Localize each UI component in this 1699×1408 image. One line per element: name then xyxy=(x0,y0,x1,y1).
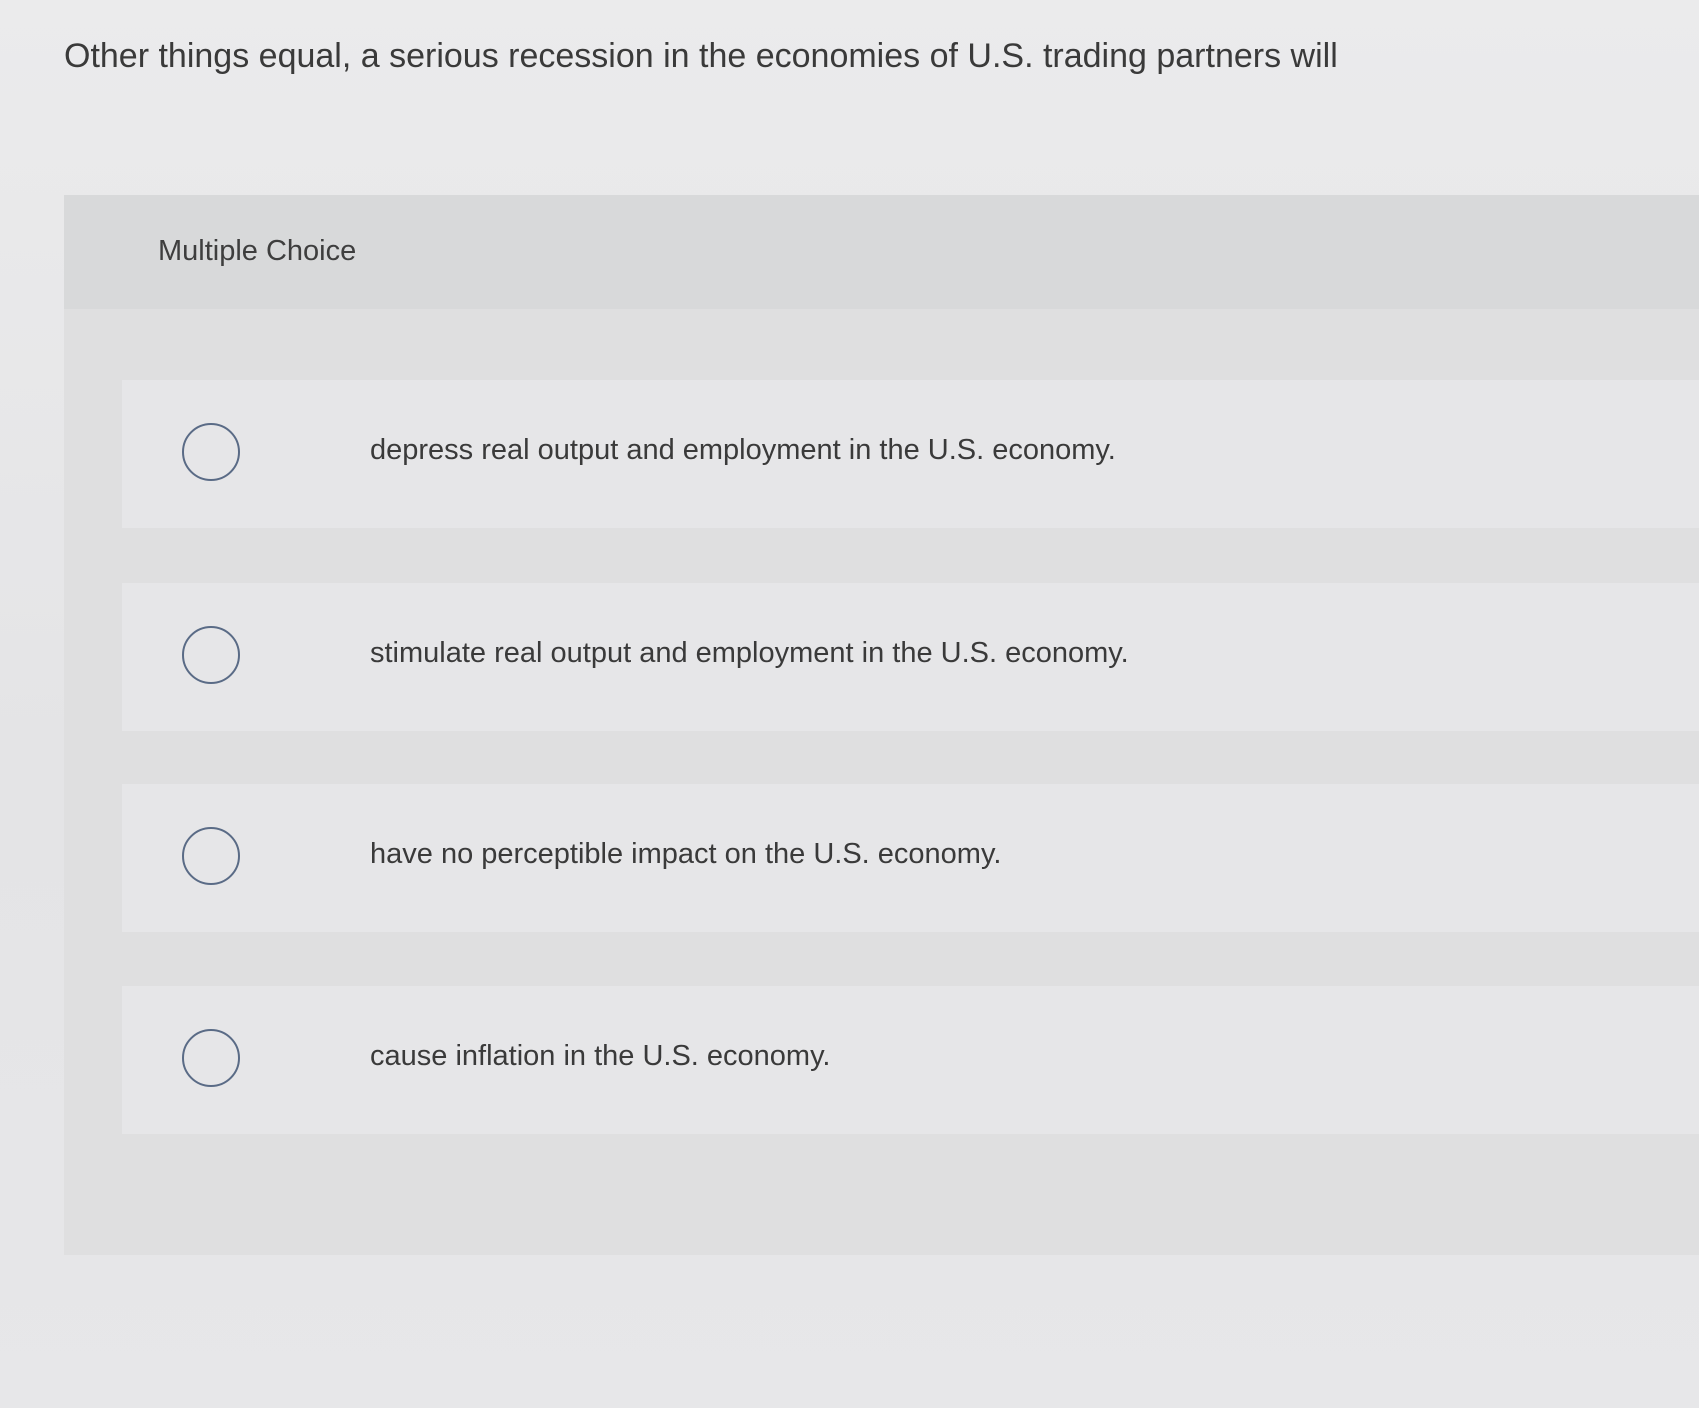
multiple-choice-header: Multiple Choice xyxy=(64,195,1699,309)
answer-option-4[interactable]: cause inflation in the U.S. economy. xyxy=(122,986,1699,1134)
answer-option-label: cause inflation in the U.S. economy. xyxy=(370,1040,831,1072)
answer-option-label: depress real output and employment in th… xyxy=(370,434,1116,466)
answer-option-1[interactable]: depress real output and employment in th… xyxy=(122,380,1699,528)
answer-option-label: have no perceptible impact on the U.S. e… xyxy=(370,838,1002,870)
radio-button-icon[interactable] xyxy=(182,423,240,481)
answer-option-2[interactable]: stimulate real output and employment in … xyxy=(122,583,1699,731)
radio-button-icon[interactable] xyxy=(182,827,240,885)
multiple-choice-label: Multiple Choice xyxy=(158,235,357,267)
question-prompt: Other things equal, a serious recession … xyxy=(64,37,1338,75)
answer-option-label: stimulate real output and employment in … xyxy=(370,637,1129,669)
radio-button-icon[interactable] xyxy=(182,1029,240,1087)
multiple-choice-panel: Multiple Choice depress real output and … xyxy=(64,195,1699,1255)
answer-option-3[interactable]: have no perceptible impact on the U.S. e… xyxy=(122,784,1699,932)
radio-button-icon[interactable] xyxy=(182,626,240,684)
